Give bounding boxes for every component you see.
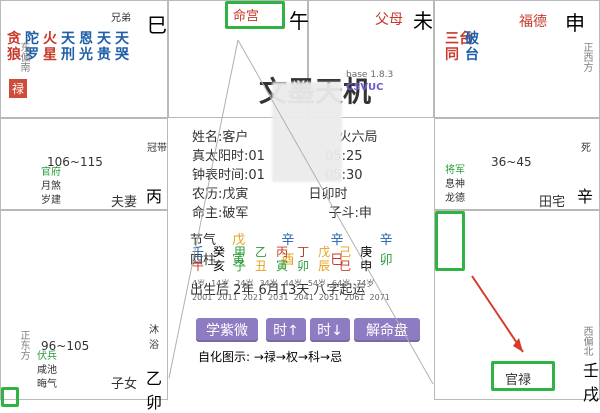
top-right-branch: 未 <box>413 9 433 33</box>
bottom-left-highlight <box>1 387 19 407</box>
top-left-stars-5: 恩 光 <box>79 31 93 63</box>
cell-bottom-left[interactable]: 96~105 沐浴 伏兵 咸池 晦气 子女 乙卯 <box>0 210 168 412</box>
bottom-right-branch: 壬戌 <box>583 361 600 404</box>
legend: 自化图示: →禄→权→科→忌 <box>198 350 343 364</box>
cell-right-middle[interactable]: 36~45 死 将军 息神 龙德 田宅 辛酉 <box>434 118 600 230</box>
top-left-title: 兄弟 <box>111 13 131 24</box>
center-line-3: 农历:戊寅 日卯时 <box>192 187 348 202</box>
note-right-1: 将军 <box>445 165 465 176</box>
sidebar-right-top: 正西方 <box>581 42 592 72</box>
sidebar-right-bottom: 西偏北 <box>581 326 592 356</box>
learn-button[interactable]: 学紫微 <box>196 318 258 342</box>
note-left-1: 官府 <box>41 167 61 178</box>
top-right-title: 父母 <box>375 12 403 28</box>
top-far-right-branch: 申 <box>565 11 585 35</box>
branches-row: 午 亥 子 丑 寅 卯 辰 巳 申 <box>192 259 373 273</box>
right-middle-title: 田宅 <box>539 195 566 210</box>
status-right: 死 <box>581 143 591 154</box>
sidebar-left-bottom: 正东方 <box>18 330 29 360</box>
palace-title: 命宫 <box>233 9 260 24</box>
age-range-right: 36~45 <box>491 155 532 169</box>
top-far-right-title: 福德 <box>519 14 547 30</box>
sidebar-left-top: 东偏南 <box>18 42 29 72</box>
time-down-button[interactable]: 时↓ <box>310 318 350 342</box>
tag-lu-top-left: 禄 <box>9 79 28 98</box>
note-right-3: 龙德 <box>445 193 465 204</box>
bottom-left-title: 子女 <box>111 377 138 392</box>
analyze-button[interactable]: 解命盘 <box>354 318 420 342</box>
left-middle-title: 夫妻 <box>111 195 138 210</box>
bottom-left-branch: 乙卯 <box>146 369 163 412</box>
pillars-grid: 壬 癸 甲 乙 丙 丁 戊 己 庚 午 亥 子 丑 寅 卯 辰 巳 申 4岁 14… <box>192 245 432 305</box>
version: base 1.8.3 <box>346 70 394 80</box>
top-left-stars-7: 天 哭 <box>115 31 129 63</box>
status-left: 冠带 <box>147 143 167 154</box>
cell-left-middle[interactable]: 106~115 冠带 官府 月煞 岁建 夫妻 丙辰 <box>0 118 168 230</box>
years-row: 2001 2011 2021 2031 2041 2051 2061 2071 <box>192 293 390 302</box>
top-left-stars-4: 天 刑 <box>61 31 75 63</box>
note-right-2: 息神 <box>445 179 465 190</box>
brand: C5VUC <box>346 82 384 93</box>
top-left-stars-3: 火 星 <box>43 31 57 63</box>
center-line-4: 命主:破军 子斗:申 <box>192 206 372 221</box>
cell-top-far-right[interactable]: 福德 申 三台 同 破 台 <box>434 0 600 118</box>
note-left-3: 岁建 <box>41 195 61 206</box>
top-left-stars-6: 天 贵 <box>97 31 111 63</box>
stems-row: 壬 癸 甲 乙 丙 丁 戊 己 庚 <box>192 245 373 259</box>
blur-overlay <box>272 82 342 182</box>
note-left-2: 月煞 <box>41 181 61 192</box>
cell-bottom-right[interactable]: 官禄 壬戌 <box>434 210 600 404</box>
mini-2: 破 台 <box>465 31 479 63</box>
top-center-branch: 午 <box>289 9 309 33</box>
note-bottom-left-3: 晦气 <box>37 379 57 390</box>
top-left-branch: 巳 <box>147 13 167 37</box>
ages-row: 4岁 14岁 24岁 34岁 44岁 54岁 64岁 74岁 <box>192 279 375 288</box>
status-bottom-left: 沐浴 <box>149 325 159 351</box>
note-bottom-left-2: 咸池 <box>37 365 57 376</box>
time-up-button[interactable]: 时↑ <box>266 318 306 342</box>
bottom-right-title: 官禄 <box>505 373 532 388</box>
note-bottom-left-1: 伏兵 <box>37 351 57 362</box>
